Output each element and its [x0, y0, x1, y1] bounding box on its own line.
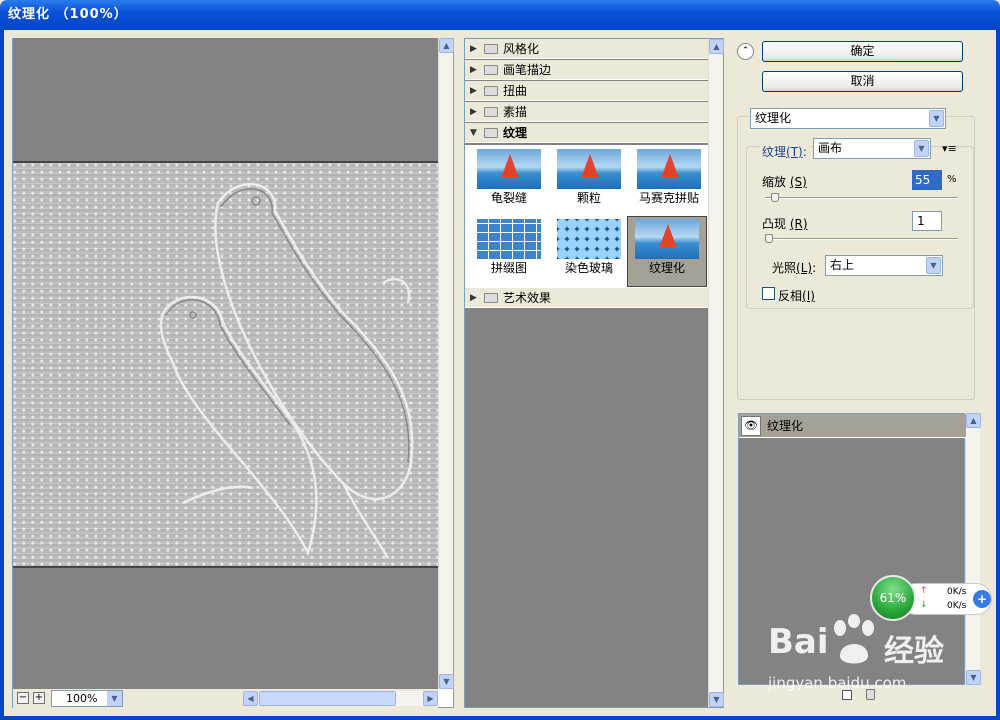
scaling-label: 缩放 (S) — [762, 175, 807, 189]
filter-craquelure[interactable]: 龟裂缝 — [469, 147, 549, 218]
relief-label: 凸现 (R) — [762, 217, 808, 231]
relief-input[interactable]: 1 — [912, 211, 942, 231]
filter-tree-scrollbar[interactable]: ▲ ▼ — [708, 39, 724, 707]
collapse-arrow-icon: ▼ — [470, 128, 477, 138]
layer-label: 纹理化 — [767, 419, 804, 433]
filter-preview-thumbnail — [477, 149, 541, 189]
category-stylize[interactable]: ▶ 风格化 — [465, 39, 708, 59]
filter-mosaic-tiles[interactable]: 马赛克拼贴 — [629, 147, 709, 218]
zoom-select[interactable]: 100% ▼ — [51, 690, 123, 707]
folder-icon — [484, 65, 498, 75]
chevron-down-icon: ▼ — [926, 257, 941, 274]
paw-icon — [834, 614, 874, 664]
light-label: 光照(L): — [772, 261, 817, 275]
preview-toolbar: − + 100% ▼ ◀ ▶ — [13, 689, 438, 708]
relief-slider[interactable] — [765, 234, 958, 243]
expand-arrow-icon: ▶ — [470, 107, 477, 117]
preview-image — [13, 161, 438, 568]
eye-icon[interactable]: 👁 — [741, 416, 761, 436]
download-speed: 0K/s — [947, 601, 967, 611]
filter-preview-thumbnail — [637, 149, 701, 189]
folder-icon — [484, 293, 498, 303]
category-artistic[interactable]: ▶ 艺术效果 — [465, 288, 708, 308]
preview-hscroll[interactable]: ◀ ▶ — [243, 691, 438, 706]
invert-checkbox[interactable] — [762, 287, 775, 300]
filter-select[interactable]: 纹理化 ▼ — [750, 108, 946, 129]
zoom-out-button[interactable]: − — [17, 692, 29, 704]
category-texture[interactable]: ▼ 纹理 — [465, 123, 708, 143]
expand-arrow-icon: ▶ — [470, 293, 477, 303]
texture-menu-icon[interactable]: ▾≡ — [942, 142, 957, 155]
category-brush-strokes[interactable]: ▶ 画笔描边 — [465, 60, 708, 80]
category-sketch[interactable]: ▶ 素描 — [465, 102, 708, 122]
cancel-button[interactable]: 取消 — [762, 71, 963, 92]
filter-preview-thumbnail — [477, 219, 541, 259]
chevron-down-icon: ▼ — [107, 691, 122, 706]
texture-filter-thumbnails: 龟裂缝 颗粒 马赛克拼贴 拼缀图 染色玻璃 纹理化 — [465, 145, 708, 288]
folder-icon — [484, 107, 498, 117]
filter-patchwork[interactable]: 拼缀图 — [469, 217, 549, 288]
layer-row[interactable]: 👁 纹理化 — [739, 414, 966, 438]
category-distort[interactable]: ▶ 扭曲 — [465, 81, 708, 101]
light-select[interactable]: 右上 ▼ — [825, 255, 943, 276]
parrot-image — [159, 182, 414, 559]
scaling-slider-thumb[interactable] — [771, 193, 780, 202]
texture-select[interactable]: 画布 ▼ — [813, 138, 931, 159]
chevron-down-icon: ▼ — [929, 110, 944, 127]
baidu-watermark: Bai 经验 jingyan.baidu.com — [768, 612, 968, 702]
scroll-right-arrow-icon[interactable]: ▶ — [423, 691, 438, 706]
scaling-unit: % — [947, 174, 957, 185]
plus-icon[interactable]: + — [973, 590, 991, 608]
window-title: 纹理化 （100%） — [0, 0, 1000, 30]
folder-open-icon — [484, 128, 498, 138]
ok-button[interactable]: 确定 — [762, 41, 963, 62]
expand-arrow-icon: ▶ — [470, 65, 477, 75]
filter-stained-glass[interactable]: 染色玻璃 — [549, 217, 629, 288]
invert-label: 反相(I) — [778, 289, 815, 303]
scroll-left-arrow-icon[interactable]: ◀ — [243, 691, 258, 706]
relief-slider-thumb[interactable] — [765, 234, 773, 243]
filter-preview-thumbnail — [557, 219, 621, 259]
expand-arrow-icon: ▶ — [470, 44, 477, 54]
zoom-in-button[interactable]: + — [33, 692, 45, 704]
scroll-down-arrow-icon[interactable]: ▼ — [966, 670, 981, 685]
expand-arrow-icon: ▶ — [470, 86, 477, 96]
upload-arrow-icon: ↑ — [920, 586, 928, 596]
collapse-up-icon[interactable]: ⌃ — [737, 43, 754, 60]
scroll-down-arrow-icon[interactable]: ▼ — [709, 692, 724, 707]
filter-preview-thumbnail — [557, 149, 621, 189]
scroll-up-arrow-icon[interactable]: ▲ — [966, 413, 981, 428]
filter-texturizer[interactable]: 纹理化 — [627, 216, 707, 287]
filter-preview-thumbnail — [635, 219, 699, 259]
scroll-down-arrow-icon[interactable]: ▼ — [439, 674, 454, 689]
scroll-up-arrow-icon[interactable]: ▲ — [439, 38, 454, 53]
texture-label: 纹理(T): — [760, 143, 809, 160]
chevron-down-icon: ▼ — [914, 140, 929, 157]
folder-icon — [484, 44, 498, 54]
filter-grain[interactable]: 颗粒 — [549, 147, 629, 218]
preview-vscroll[interactable]: ▲ ▼ — [438, 38, 454, 689]
scaling-input[interactable]: 55 — [912, 170, 942, 190]
upload-speed: 0K/s — [947, 587, 967, 597]
download-arrow-icon: ↓ — [920, 600, 928, 610]
hscroll-thumb[interactable] — [259, 691, 396, 706]
scaling-slider[interactable] — [765, 193, 958, 202]
scroll-up-arrow-icon[interactable]: ▲ — [709, 39, 724, 54]
filter-gallery: ▶ 风格化 ▶ 画笔描边 ▶ 扭曲 ▶ 素描 ▼ 纹理 龟裂缝 颗粒 马赛克拼贴 拼缀图 … — [464, 38, 724, 708]
preview-canvas[interactable] — [13, 38, 438, 689]
zoom-value: 100% — [66, 692, 98, 705]
folder-icon — [484, 86, 498, 96]
